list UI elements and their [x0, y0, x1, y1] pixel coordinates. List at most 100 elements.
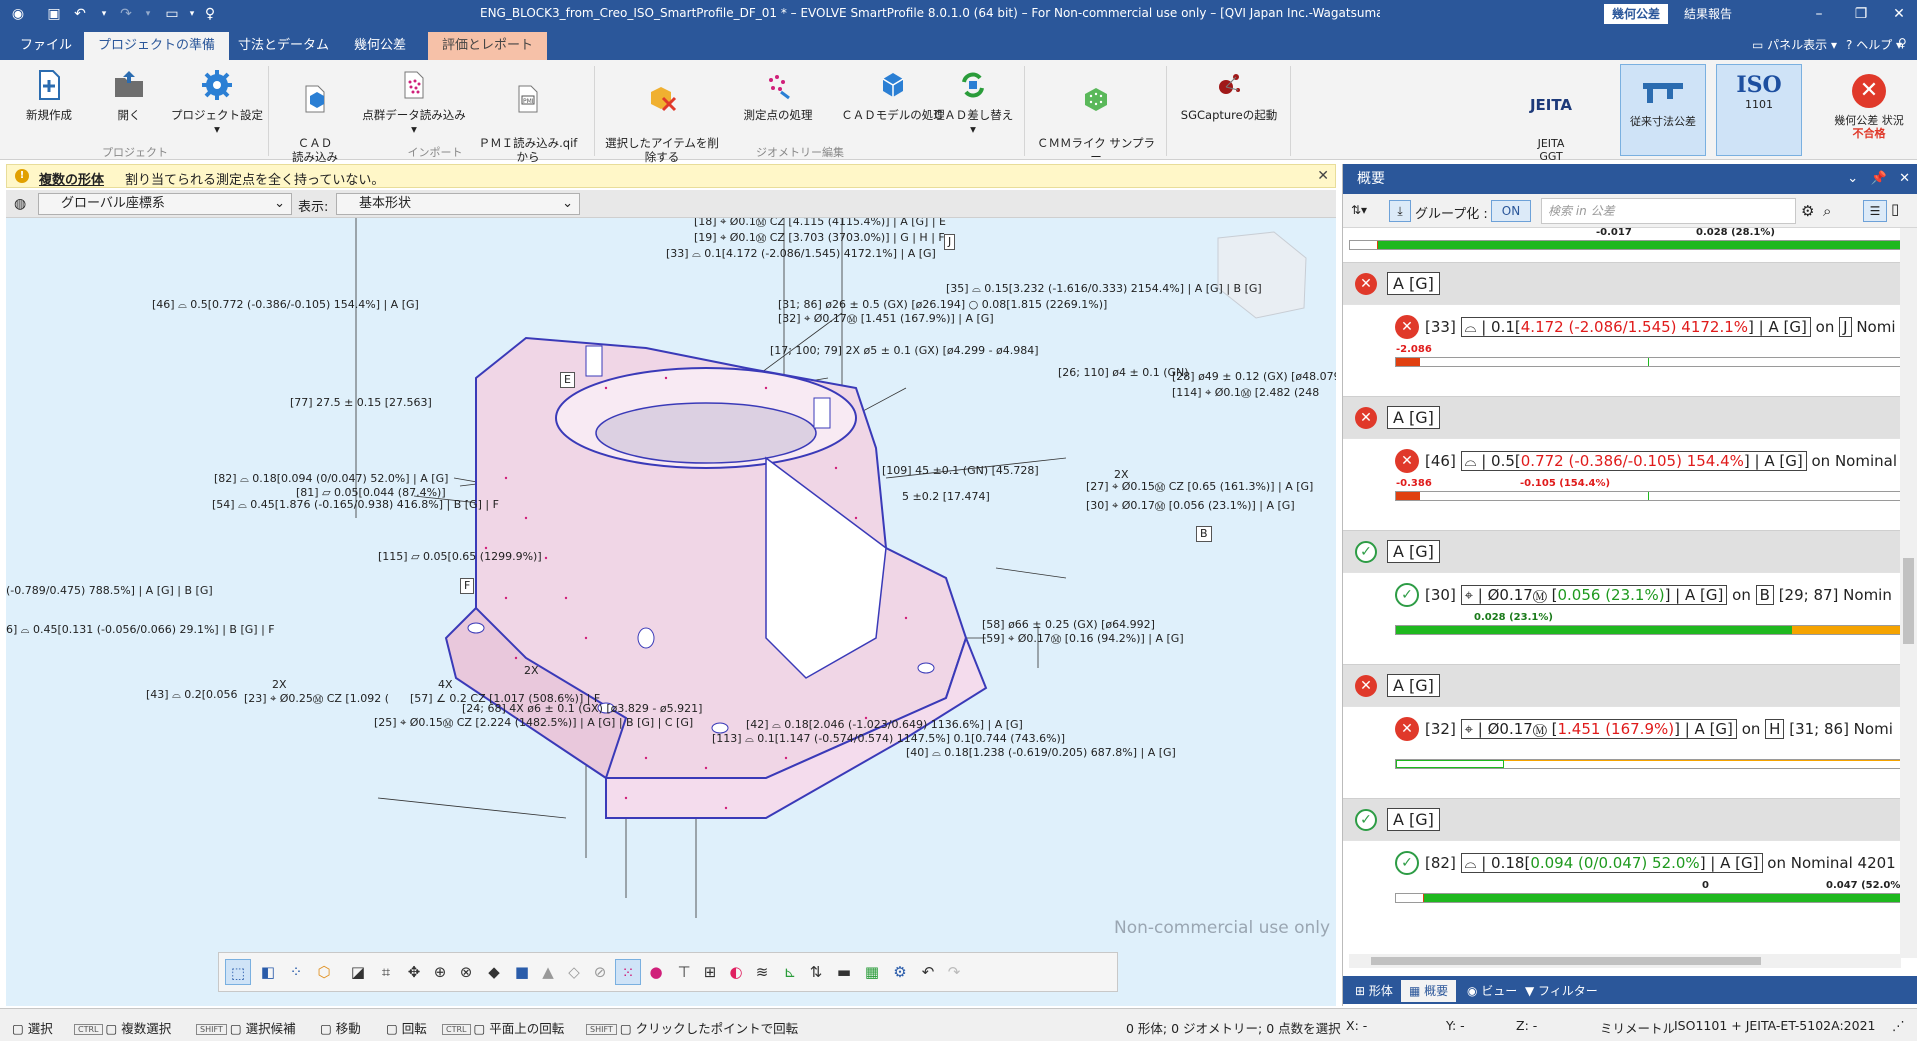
- annotation-18[interactable]: [18] ⌖ Ø0.1Ⓜ CZ [4.115 (4115.4%)] | A [G…: [694, 218, 946, 229]
- annotation-left-2[interactable]: 6] ⌓ 0.45[0.131 (-0.056/0.066) 29.1%] | …: [6, 623, 275, 637]
- group-row[interactable]: ✕ A [G]: [1343, 664, 1901, 706]
- reset-view-icon[interactable]: ↶: [915, 959, 941, 985]
- annotation-left-1[interactable]: (-0.789/0.475) 788.5%] | A [G] | B [G]: [6, 584, 213, 598]
- list-view-icon[interactable]: ☰: [1863, 200, 1887, 222]
- minimize-icon[interactable]: –: [1796, 0, 1842, 28]
- scroll-thumb[interactable]: [1371, 957, 1761, 965]
- help-menu[interactable]: ? ヘルプ ▾: [1846, 36, 1902, 53]
- annotation-24[interactable]: [24; 68] 4X ø6 ± 0.1 (GX) [ø3.829 - ø5.9…: [462, 702, 702, 716]
- sgcapture-button[interactable]: SGCaptureの起動: [1176, 68, 1282, 122]
- hide-cad-icon[interactable]: ⊘: [587, 959, 613, 985]
- detail-view-icon[interactable]: ▯: [1891, 200, 1899, 218]
- search-icon[interactable]: ⌕: [1823, 202, 1831, 220]
- annotation-77[interactable]: [77] 27.5 ± 0.15 [27.563]: [290, 396, 432, 410]
- group-row[interactable]: ✓ A [G]: [1343, 530, 1901, 572]
- tab-view[interactable]: ◉ ビュー: [1459, 980, 1525, 1002]
- conventional-tolerance-button[interactable]: 従来寸法公差: [1620, 64, 1706, 156]
- pan-icon[interactable]: ✥: [401, 959, 427, 985]
- deviation-icon[interactable]: ⇅: [803, 959, 829, 985]
- annotation-27[interactable]: [27] ⌖ Ø0.15Ⓜ CZ [0.65 (161.3%)] | A [G]: [1086, 480, 1313, 494]
- annotation-113[interactable]: [113] ⌓ 0.1[1.147 (-0.574/0.574) 1147.5%…: [712, 732, 1065, 746]
- window-layout-icon[interactable]: ▭: [162, 4, 182, 24]
- select-points-icon[interactable]: ⁘: [283, 959, 309, 985]
- panel-dropdown-icon[interactable]: ⌄: [1847, 171, 1858, 186]
- close-icon[interactable]: ✕: [1876, 0, 1917, 28]
- tolerance-item[interactable]: ✕ [32] ⌖ | Ø0.17Ⓜ [1.451 (167.9%)] | A […: [1343, 706, 1901, 798]
- undo-dropdown-icon[interactable]: ▾: [94, 4, 114, 24]
- mode-report-button[interactable]: 結果報告: [1676, 4, 1740, 24]
- zoom-icon[interactable]: ⊕: [427, 959, 453, 985]
- project-settings-button[interactable]: プロジェクト設定 ▾: [170, 68, 264, 136]
- annotation-42[interactable]: [42] ⌓ 0.18[2.046 (-1.023/0.649) 1136.6%…: [746, 718, 1023, 732]
- annotation-43[interactable]: [43] ⌓ 0.2[0.056: [146, 688, 238, 702]
- annotation-114[interactable]: [114] ⌖ Ø0.1Ⓜ [2.482 (248: [1172, 386, 1319, 400]
- view-settings-icon[interactable]: ⚙: [887, 959, 913, 985]
- cmm-sampler-button[interactable]: ＣＭＭライク サンプラー 設定: [1036, 68, 1156, 178]
- sort-direction-icon[interactable]: ⤓: [1389, 200, 1411, 222]
- wireframe-icon[interactable]: ◇: [561, 959, 587, 985]
- datum-b[interactable]: B: [1196, 526, 1212, 542]
- warning-link[interactable]: 複数の形体: [39, 169, 104, 188]
- annotation-19[interactable]: [19] ⌖ Ø0.1Ⓜ CZ [3.703 (3703.0%)] | G | …: [694, 231, 945, 245]
- datum-j[interactable]: J: [944, 234, 956, 250]
- annotation-23[interactable]: [23] ⌖ Ø0.25Ⓜ CZ [1.092 (: [244, 692, 389, 706]
- cad-replace-button[interactable]: ＣＡＤ差し替え ▾: [928, 68, 1018, 136]
- mode-gdt-button[interactable]: 幾何公差: [1604, 4, 1669, 24]
- redo-dropdown-icon[interactable]: ▾: [138, 4, 158, 24]
- tab-file[interactable]: ファイル: [6, 32, 86, 60]
- annotation-28[interactable]: [28] ø49 ± 0.12 (GX) [ø48.079]: [1172, 370, 1336, 384]
- annotation-35[interactable]: [35] ⌓ 0.15[3.232 (-1.616/0.333) 2154.4%…: [946, 282, 1262, 296]
- annotation-31[interactable]: [31; 86] ø26 ± 0.5 (GX) [ø26.194] ○ 0.08…: [778, 298, 1107, 312]
- select-feature-icon[interactable]: ◧: [255, 959, 281, 985]
- datum-e[interactable]: E: [560, 372, 575, 388]
- new-button[interactable]: 新規作成: [16, 68, 82, 122]
- coordinate-system-select[interactable]: グローバル座標系 ⌄: [38, 193, 292, 215]
- pmi-load-button[interactable]: PMI ＰＭＩ読み込み.qif から: [476, 68, 580, 164]
- annotation-174[interactable]: 5 ±0.2 [17.474]: [902, 490, 990, 504]
- scroll-thumb[interactable]: [1903, 558, 1914, 644]
- annotation-25[interactable]: [25] ⌖ Ø0.15Ⓜ CZ [2.224 (1482.5%)] | A […: [374, 716, 693, 730]
- annotation-32[interactable]: [32] ⌖ Ø0.17Ⓜ [1.451 (167.9%)] | A [G]: [778, 312, 994, 326]
- shaded-icon[interactable]: ■: [509, 959, 535, 985]
- annotation-109[interactable]: [109] 45 ±0.1 (GN) [45.728]: [882, 464, 1039, 478]
- undo-icon[interactable]: ↶: [70, 4, 90, 24]
- tolerance-item[interactable]: ✕ [33] ⌓ | 0.1[4.172 (-2.086/1.545) 4172…: [1343, 304, 1901, 396]
- show-points-icon[interactable]: ⁙: [615, 959, 641, 985]
- tip-bulb-icon[interactable]: ♀: [200, 4, 220, 24]
- iso-1101-button[interactable]: ISO 1101: [1716, 64, 1802, 156]
- layout-dropdown-icon[interactable]: ▾: [182, 4, 202, 24]
- group-row[interactable]: ✕ A [G]: [1343, 262, 1901, 304]
- measure-points-button[interactable]: 測定点の処理: [726, 68, 830, 122]
- annotation-40[interactable]: [40] ⌓ 0.18[1.238 (-0.619/0.205) 687.8%]…: [906, 746, 1176, 760]
- point-color-icon[interactable]: ●: [643, 959, 669, 985]
- tolerance-item[interactable]: ✓ [82] ⌓ | 0.18[0.094 (0/0.047) 52.0%] |…: [1343, 840, 1901, 932]
- tab-summary[interactable]: ▦ 概要: [1401, 980, 1457, 1002]
- grid-icon[interactable]: ▦: [859, 959, 885, 985]
- tab-dimensions[interactable]: 寸法とデータム: [224, 32, 343, 60]
- annotation-17[interactable]: [17; 100; 79] 2X ø5 ± 0.1 (GX) [ø4.299 -…: [770, 344, 1039, 358]
- annotation-26[interactable]: [26; 110] ø4 ± 0.1 (GN): [1058, 366, 1189, 380]
- horizontal-scrollbar[interactable]: [1349, 954, 1901, 968]
- annotation-33[interactable]: [33] ⌓ 0.1[4.172 (-2.086/1.545) 4172.1%]…: [666, 247, 936, 261]
- redo-view-icon[interactable]: ↷: [941, 959, 967, 985]
- warning-close-icon[interactable]: ✕: [1317, 168, 1329, 184]
- dimension-icon[interactable]: ⊞: [697, 959, 723, 985]
- select-tool-icon[interactable]: ⬚: [225, 959, 251, 985]
- fit-view-icon[interactable]: ◪: [345, 959, 371, 985]
- vertical-scrollbar[interactable]: [1900, 228, 1917, 958]
- group-row[interactable]: ✕ A [G]: [1343, 396, 1901, 438]
- annotation-30[interactable]: [30] ⌖ Ø0.17Ⓜ [0.056 (23.1%)] | A [G]: [1086, 499, 1295, 513]
- transparency-icon[interactable]: ▲: [535, 959, 561, 985]
- annotation-icon[interactable]: ⊤: [671, 959, 697, 985]
- search-input[interactable]: 検索 in 公差: [1541, 198, 1796, 224]
- save-icon[interactable]: ▣: [44, 4, 64, 24]
- cad-load-button[interactable]: ＣＡＤ 読み込み: [280, 68, 350, 164]
- group-toggle-button[interactable]: ON: [1491, 200, 1531, 222]
- render-mode-icon[interactable]: ◆: [481, 959, 507, 985]
- section-icon[interactable]: ▬: [831, 959, 857, 985]
- resize-grip-icon[interactable]: ⋰: [1892, 1018, 1905, 1033]
- tolerance-item[interactable]: ✓ [30] ⌖ | Ø0.17Ⓜ [0.056 (23.1%)] | A [G…: [1343, 572, 1901, 664]
- jeita-ggt-button[interactable]: JEITA JEITA GGT: [1508, 64, 1594, 164]
- tab-features[interactable]: ⊞ 形体: [1347, 980, 1401, 1002]
- axis-icon[interactable]: ⊾: [777, 959, 803, 985]
